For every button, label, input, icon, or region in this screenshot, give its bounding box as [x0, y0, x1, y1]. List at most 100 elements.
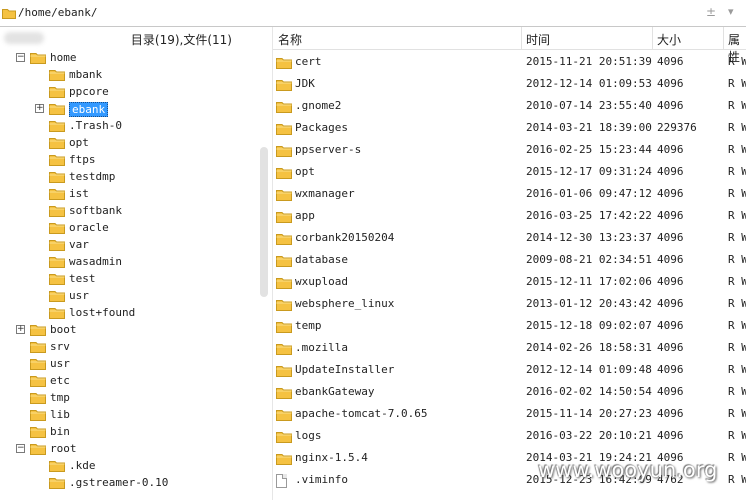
file-row[interactable]: logs 2016-03-22 20:10:21 4096 R W: [273, 425, 746, 447]
plus-minus-icon[interactable]: ±: [706, 5, 716, 19]
file-row[interactable]: Packages 2014-03-21 18:39:00 229376 R W: [273, 117, 746, 139]
column-divider[interactable]: [652, 27, 653, 49]
column-divider[interactable]: [723, 27, 724, 49]
file-size: 4096: [657, 407, 684, 420]
file-row[interactable]: websphere_linux 2013-01-12 20:43:42 4096 R …: [273, 293, 746, 315]
file-row[interactable]: .mozilla 2014-02-26 18:58:31 4096 R W: [273, 337, 746, 359]
tree-item-label: .gstreamer-0.10: [69, 476, 169, 489]
file-name: .viminfo: [295, 473, 348, 486]
file-row[interactable]: database 2009-08-21 02:34:51 4096 R W: [273, 249, 746, 271]
path-text[interactable]: /home/ebank/: [18, 6, 97, 19]
file-attr: R W: [728, 187, 746, 200]
tree-item[interactable]: .kde: [0, 457, 260, 474]
column-divider[interactable]: [521, 27, 522, 49]
folder-icon: [30, 340, 46, 356]
file-row[interactable]: temp 2015-12-18 09:02:07 4096 R W: [273, 315, 746, 337]
expand-icon[interactable]: +: [35, 104, 44, 113]
folder-icon: [49, 476, 65, 492]
column-size[interactable]: 大小: [657, 31, 681, 48]
file-row[interactable]: UpdateInstaller 2012-12-14 01:09:48 4096 R …: [273, 359, 746, 381]
tree-item[interactable]: .Trash-0: [0, 117, 260, 134]
file-row[interactable]: .gnome2 2010-07-14 23:55:40 4096 R W: [273, 95, 746, 117]
file-name: .mozilla: [295, 341, 348, 354]
collapse-icon[interactable]: −: [16, 53, 25, 62]
tree-item[interactable]: lib: [0, 406, 260, 423]
folder-icon: [30, 442, 46, 458]
file-attr: R W: [728, 55, 746, 68]
file-time: 2016-02-25 15:23:44: [526, 143, 652, 156]
file-time: 2010-07-14 23:55:40: [526, 99, 652, 112]
tree-item[interactable]: usr: [0, 287, 260, 304]
tree-item[interactable]: softbank: [0, 202, 260, 219]
file-size: 4096: [657, 319, 684, 332]
tree-item-label: ist: [69, 187, 89, 200]
file-row[interactable]: cert 2015-11-21 20:51:39 4096 R W: [273, 51, 746, 73]
folder-icon: [276, 342, 292, 358]
folder-icon: [276, 188, 292, 204]
file-time: 2016-02-02 14:50:54: [526, 385, 652, 398]
file-name: Packages: [295, 121, 348, 134]
file-row[interactable]: ppserver-s 2016-02-25 15:23:44 4096 R W: [273, 139, 746, 161]
file-attr: R W: [728, 143, 746, 156]
tree-item[interactable]: + boot: [0, 321, 260, 338]
tree-item[interactable]: ftps: [0, 151, 260, 168]
tree-item[interactable]: ppcore: [0, 83, 260, 100]
tree-item[interactable]: − root: [0, 440, 260, 457]
folder-icon: [49, 136, 65, 152]
file-time: 2015-12-18 09:02:07: [526, 319, 652, 332]
folder-icon: [30, 374, 46, 390]
file-time: 2014-03-21 18:39:00: [526, 121, 652, 134]
tree-item[interactable]: opt: [0, 134, 260, 151]
tree-item[interactable]: lost+found: [0, 304, 260, 321]
file-time: 2012-12-14 01:09:48: [526, 363, 652, 376]
folder-icon: [30, 357, 46, 373]
file-name: websphere_linux: [295, 297, 395, 310]
tree-item[interactable]: .gstreamer-0.10: [0, 474, 260, 491]
file-row[interactable]: wxupload 2015-12-11 17:02:06 4096 R W: [273, 271, 746, 293]
column-name[interactable]: 名称: [278, 31, 302, 48]
file-size: 4096: [657, 187, 684, 200]
tree-item[interactable]: var: [0, 236, 260, 253]
tree-item[interactable]: − home: [0, 49, 260, 66]
tree-item[interactable]: etc: [0, 372, 260, 389]
file-row[interactable]: wxmanager 2016-01-06 09:47:12 4096 R W: [273, 183, 746, 205]
tree-item[interactable]: testdmp: [0, 168, 260, 185]
column-time[interactable]: 时间: [526, 31, 550, 48]
file-row[interactable]: corbank20150204 2014-12-30 13:23:37 4096 R …: [273, 227, 746, 249]
tree-item-label: opt: [69, 136, 89, 149]
tree-item[interactable]: usr: [0, 355, 260, 372]
chevron-down-icon[interactable]: ▾: [728, 5, 734, 18]
tree-item[interactable]: bin: [0, 423, 260, 440]
folder-icon: [49, 221, 65, 237]
tree-scrollbar[interactable]: [260, 147, 268, 297]
tree-item[interactable]: mbank: [0, 66, 260, 83]
file-list-panel: 名称 时间 大小 属性 cert 2015-11-21 20:51:39 4096 R…: [273, 27, 746, 500]
file-row[interactable]: opt 2015-12-17 09:31:24 4096 R W: [273, 161, 746, 183]
tree-item-label: srv: [50, 340, 70, 353]
tree-item[interactable]: test: [0, 270, 260, 287]
file-name: cert: [295, 55, 322, 68]
file-row[interactable]: JDK 2012-12-14 01:09:53 4096 R W: [273, 73, 746, 95]
file-row[interactable]: app 2016-03-25 17:42:22 4096 R W: [273, 205, 746, 227]
folder-icon: [49, 187, 65, 203]
file-row[interactable]: apache-tomcat-7.0.65 2015-11-14 20:27:23 4…: [273, 403, 746, 425]
path-bar[interactable]: /home/ebank/ ± ▾: [0, 0, 746, 27]
tree-item[interactable]: + ebank: [0, 100, 260, 117]
collapse-icon[interactable]: −: [16, 444, 25, 453]
tree-item-label: .kde: [69, 459, 96, 472]
tree-item-label: ftps: [69, 153, 96, 166]
file-time: 2015-11-21 20:51:39: [526, 55, 652, 68]
tree-item[interactable]: oracle: [0, 219, 260, 236]
tree-item[interactable]: tmp: [0, 389, 260, 406]
tree-item[interactable]: ist: [0, 185, 260, 202]
file-time: 2016-03-22 20:10:21: [526, 429, 652, 442]
file-time: 2016-03-25 17:42:22: [526, 209, 652, 222]
file-attr: R W: [728, 99, 746, 112]
file-attr: R W: [728, 473, 746, 486]
file-size: 4096: [657, 385, 684, 398]
tree-item[interactable]: srv: [0, 338, 260, 355]
file-row[interactable]: ebankGateway 2016-02-02 14:50:54 4096 R W: [273, 381, 746, 403]
tree-item[interactable]: wasadmin: [0, 253, 260, 270]
expand-icon[interactable]: +: [16, 325, 25, 334]
file-time: 2009-08-21 02:34:51: [526, 253, 652, 266]
